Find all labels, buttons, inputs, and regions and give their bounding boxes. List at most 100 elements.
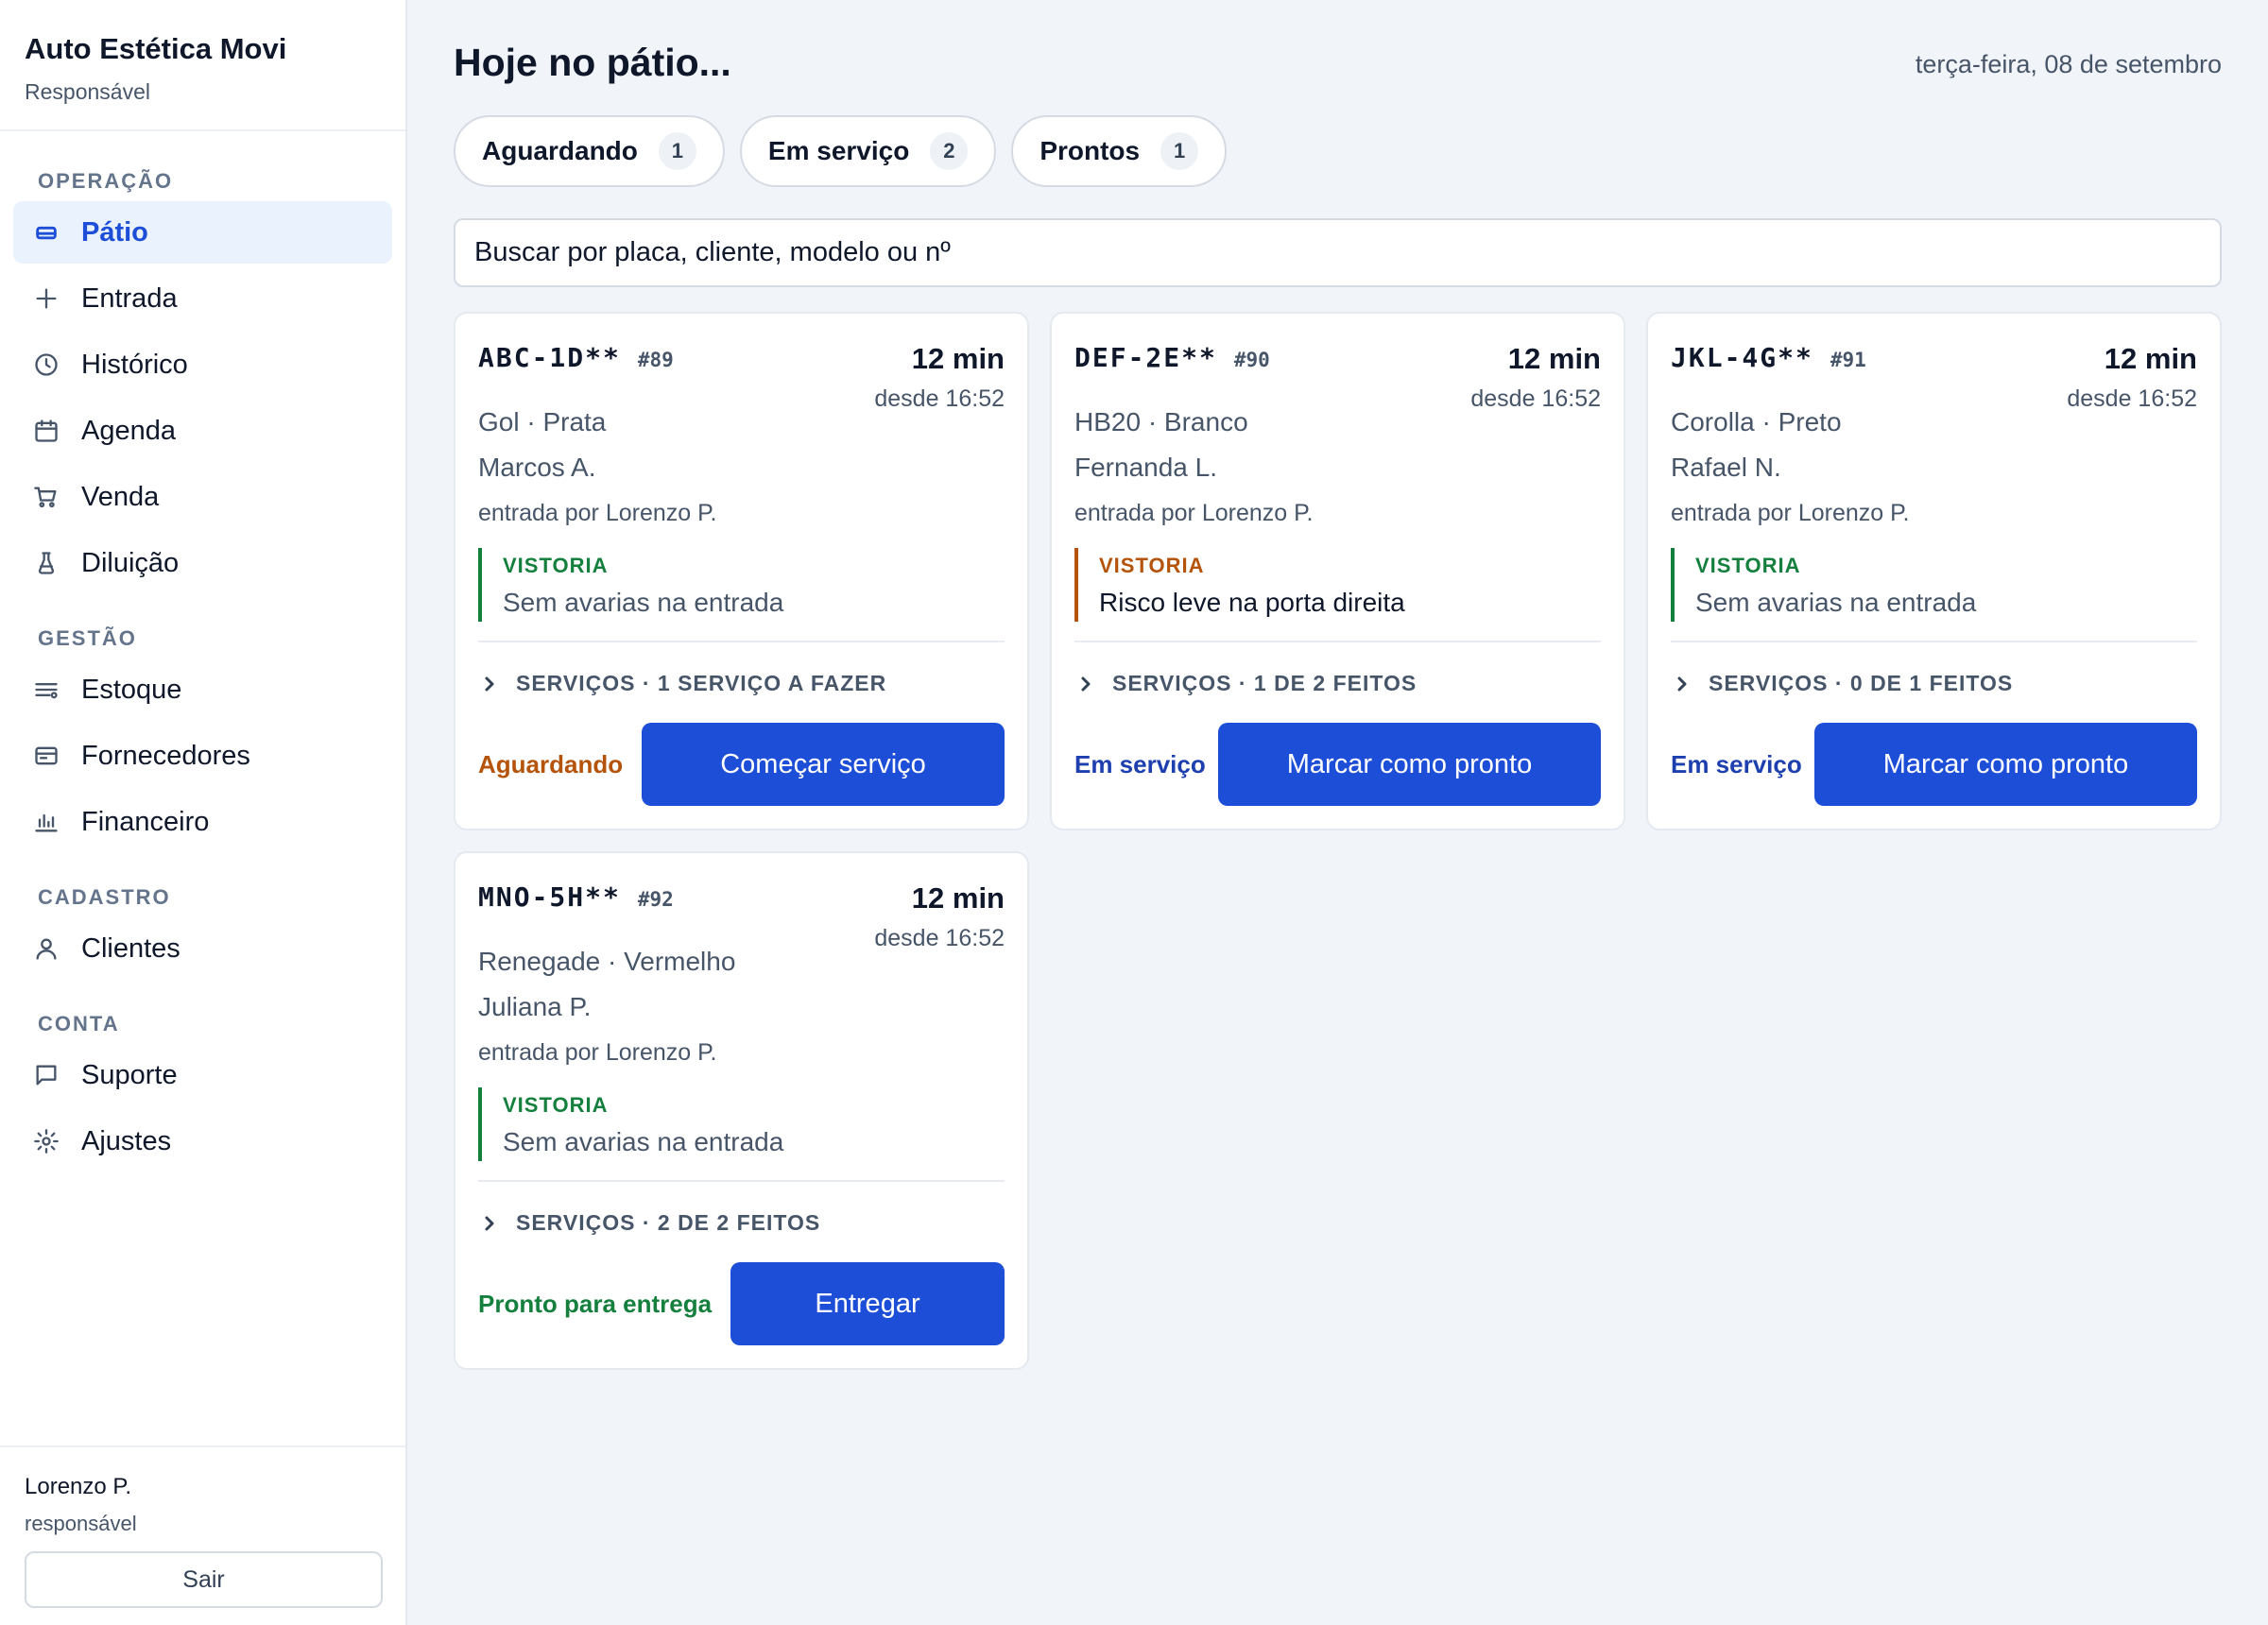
order-number: #89 [637, 349, 674, 371]
bar-chart-icon [32, 808, 60, 836]
license-plate: ABC-1D** [478, 342, 621, 373]
deliver-button[interactable]: Entregar [730, 1262, 1005, 1345]
user-name: Lorenzo P. [25, 1474, 131, 1499]
filter-label: Em serviço [767, 136, 910, 165]
sidebar-item-financeiro[interactable]: Financeiro [13, 791, 392, 853]
sidebar-item-label: Entrada [81, 282, 178, 314]
vehicle-card: ABC-1D** #89 12 min desde 16:52 Gol · Pr… [454, 312, 1029, 830]
brand: Auto Estética Movi Responsável [0, 0, 405, 131]
sidebar-item-ajustes[interactable]: Ajustes [13, 1110, 392, 1172]
sidebar-item-agenda[interactable]: Agenda [13, 400, 392, 462]
inspection-note: VISTORIA Sem avarias na entrada [478, 548, 1005, 622]
section-gestao: GESTÃO [38, 626, 137, 650]
sidebar-item-clientes[interactable]: Clientes [13, 917, 392, 980]
chevron-right-icon [485, 676, 494, 691]
inspection-text: Sem avarias na entrada [503, 588, 784, 617]
filter-count-badge: 1 [1160, 132, 1199, 170]
status-label: Aguardando [478, 749, 624, 778]
order-number: #92 [637, 888, 674, 911]
logout-button[interactable]: Sair [25, 1551, 383, 1608]
start-service-button[interactable]: Começar serviço [642, 723, 1005, 806]
section-cadastro: CADASTRO [38, 885, 171, 909]
sidebar-item-label: Agenda [81, 415, 176, 446]
car-icon [32, 218, 60, 247]
sidebar-item-label: Venda [81, 481, 160, 512]
sidebar-item-suporte[interactable]: Suporte [13, 1044, 392, 1106]
chevron-right-icon [1081, 676, 1091, 691]
services-summary: SERVIÇOS · 2 DE 2 FEITOS [516, 1210, 821, 1235]
sidebar-item-label: Histórico [81, 349, 188, 380]
inspection-note: VISTORIA Sem avarias na entrada [1671, 548, 2197, 622]
sidebar-item-patio[interactable]: Pátio [13, 201, 392, 264]
services-summary: SERVIÇOS · 1 SERVIÇO A FAZER [516, 671, 887, 695]
vehicle-grid: ABC-1D** #89 12 min desde 16:52 Gol · Pr… [454, 312, 2222, 1370]
search-input[interactable] [454, 218, 2222, 287]
sidebar-item-estoque[interactable]: Estoque [13, 659, 392, 721]
filter-count-badge: 1 [658, 132, 696, 170]
sidebar: Auto Estética Movi Responsável OPERAÇÃO … [0, 0, 407, 1625]
user-box: Lorenzo P. responsável Sair [0, 1445, 405, 1625]
sidebar-item-diluicao[interactable]: Diluição [13, 532, 392, 594]
elapsed-time: 12 min [2104, 342, 2197, 375]
divider [478, 1180, 1005, 1182]
brand-subtitle: Responsável [25, 79, 150, 104]
client-name: Juliana P. [478, 992, 592, 1021]
since-time: desde 16:52 [1470, 385, 1601, 412]
since-time: desde 16:52 [874, 925, 1005, 951]
order-number: #90 [1233, 349, 1270, 371]
client-name: Rafael N. [1671, 453, 1781, 482]
inspection-text: Risco leve na porta direita [1099, 588, 1405, 617]
inspection-text: Sem avarias na entrada [503, 1127, 784, 1156]
sidebar-item-label: Clientes [81, 932, 180, 964]
services-summary: SERVIÇOS · 1 DE 2 FEITOS [1112, 671, 1418, 695]
current-date: terça-feira, 08 de setembro [1915, 50, 2222, 78]
sidebar-item-label: Estoque [81, 674, 182, 705]
vehicle-card: DEF-2E** #90 12 min desde 16:52 HB20 · B… [1050, 312, 1625, 830]
entry-by: entrada por Lorenzo P. [1671, 500, 1910, 526]
entry-by: entrada por Lorenzo P. [478, 1039, 717, 1066]
since-time: desde 16:52 [2067, 385, 2197, 412]
clock-icon [32, 351, 60, 379]
services-toggle[interactable]: SERVIÇOS · 2 DE 2 FEITOS [478, 1210, 1005, 1236]
sidebar-item-venda[interactable]: Venda [13, 466, 392, 528]
filter-label: Aguardando [482, 136, 638, 165]
filter-count-badge: 2 [930, 132, 969, 170]
sidebar-item-fornecedores[interactable]: Fornecedores [13, 725, 392, 787]
entry-by: entrada por Lorenzo P. [478, 500, 717, 526]
divider [1671, 641, 2197, 642]
services-toggle[interactable]: SERVIÇOS · 1 DE 2 FEITOS [1074, 671, 1601, 696]
mark-ready-button[interactable]: Marcar como pronto [1218, 723, 1601, 806]
sidebar-item-label: Ajustes [81, 1125, 172, 1156]
filter-aguardando[interactable]: Aguardando 1 [454, 115, 725, 187]
chat-icon [32, 1061, 60, 1089]
sidebar-item-label: Pátio [81, 216, 148, 248]
elapsed-time: 12 min [911, 342, 1005, 375]
elapsed-time: 12 min [911, 881, 1005, 915]
filter-em-servico[interactable]: Em serviço 2 [739, 115, 997, 187]
gear-icon [32, 1127, 60, 1155]
filter-prontos[interactable]: Prontos 1 [1011, 115, 1228, 187]
services-toggle[interactable]: SERVIÇOS · 1 SERVIÇO A FAZER [478, 671, 1005, 696]
cart-icon [32, 483, 60, 511]
elapsed-time: 12 min [1507, 342, 1601, 375]
sidebar-item-label: Financeiro [81, 806, 210, 837]
inspection-label: VISTORIA [503, 554, 609, 577]
services-toggle[interactable]: SERVIÇOS · 0 DE 1 FEITOS [1671, 671, 2197, 696]
entry-by: entrada por Lorenzo P. [1074, 500, 1314, 526]
status-label: Pronto para entrega [478, 1289, 713, 1318]
sidebar-item-historico[interactable]: Histórico [13, 334, 392, 396]
license-plate: DEF-2E** [1074, 342, 1217, 373]
stock-icon [32, 676, 60, 704]
divider [478, 641, 1005, 642]
status-label: Em serviço [1074, 749, 1206, 778]
sidebar-item-label: Fornecedores [81, 740, 250, 771]
vehicle-card: MNO-5H** #92 12 min desde 16:52 Renegade… [454, 851, 1029, 1370]
inspection-note: VISTORIA Risco leve na porta direita [1074, 548, 1601, 622]
mark-ready-button[interactable]: Marcar como pronto [1814, 723, 2197, 806]
sidebar-item-label: Diluição [81, 547, 180, 578]
page-title: Hoje no pátio... [454, 41, 731, 84]
sidebar-item-entrada[interactable]: Entrada [13, 267, 392, 330]
status-filters: Aguardando 1 Em serviço 2 Prontos 1 [454, 115, 2222, 187]
status-label: Em serviço [1671, 749, 1802, 778]
calendar-icon [32, 417, 60, 445]
